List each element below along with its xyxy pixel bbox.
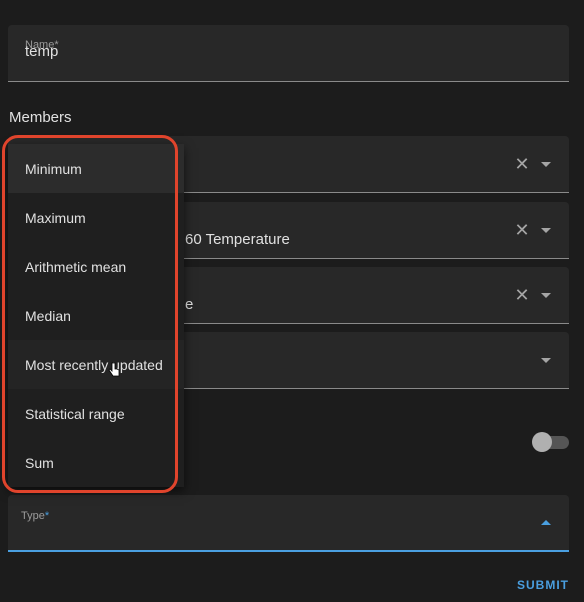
- submit-button[interactable]: SUBMIT: [517, 578, 569, 592]
- clear-icon[interactable]: ✕: [514, 221, 530, 239]
- menu-item-median[interactable]: Median: [8, 291, 184, 340]
- clear-icon[interactable]: ✕: [514, 286, 530, 304]
- name-field[interactable]: Name* temp: [8, 25, 569, 82]
- menu-item-statistical-range[interactable]: Statistical range: [8, 389, 184, 438]
- chevron-down-icon[interactable]: [541, 293, 551, 298]
- menu-item-arithmetic-mean[interactable]: Arithmetic mean: [8, 242, 184, 291]
- type-dropdown-menu: Minimum Maximum Arithmetic mean Median M…: [8, 144, 184, 487]
- name-field-value: temp: [25, 43, 59, 60]
- type-label-text: Type: [21, 510, 45, 522]
- type-select-label: Type*: [21, 510, 49, 522]
- chevron-down-icon[interactable]: [541, 358, 551, 363]
- members-label: Members: [9, 109, 72, 126]
- toggle-switch[interactable]: [532, 432, 569, 452]
- type-select[interactable]: Type*: [8, 495, 569, 552]
- helper-form: Name* temp Members ✕ 60 Temperature ✕ e …: [0, 0, 584, 602]
- chevron-up-icon[interactable]: [541, 520, 551, 525]
- chevron-down-icon[interactable]: [541, 228, 551, 233]
- required-mark: *: [44, 510, 50, 522]
- menu-item-maximum[interactable]: Maximum: [8, 193, 184, 242]
- menu-item-most-recently-updated[interactable]: Most recently updated: [8, 340, 184, 389]
- menu-item-sum[interactable]: Sum: [8, 438, 184, 487]
- toggle-thumb: [532, 432, 552, 452]
- member-entity-2-value: 60 Temperature: [185, 231, 290, 248]
- menu-item-minimum[interactable]: Minimum: [8, 144, 184, 193]
- member-entity-3-value: e: [185, 296, 194, 313]
- chevron-down-icon[interactable]: [541, 162, 551, 167]
- clear-icon[interactable]: ✕: [514, 155, 530, 173]
